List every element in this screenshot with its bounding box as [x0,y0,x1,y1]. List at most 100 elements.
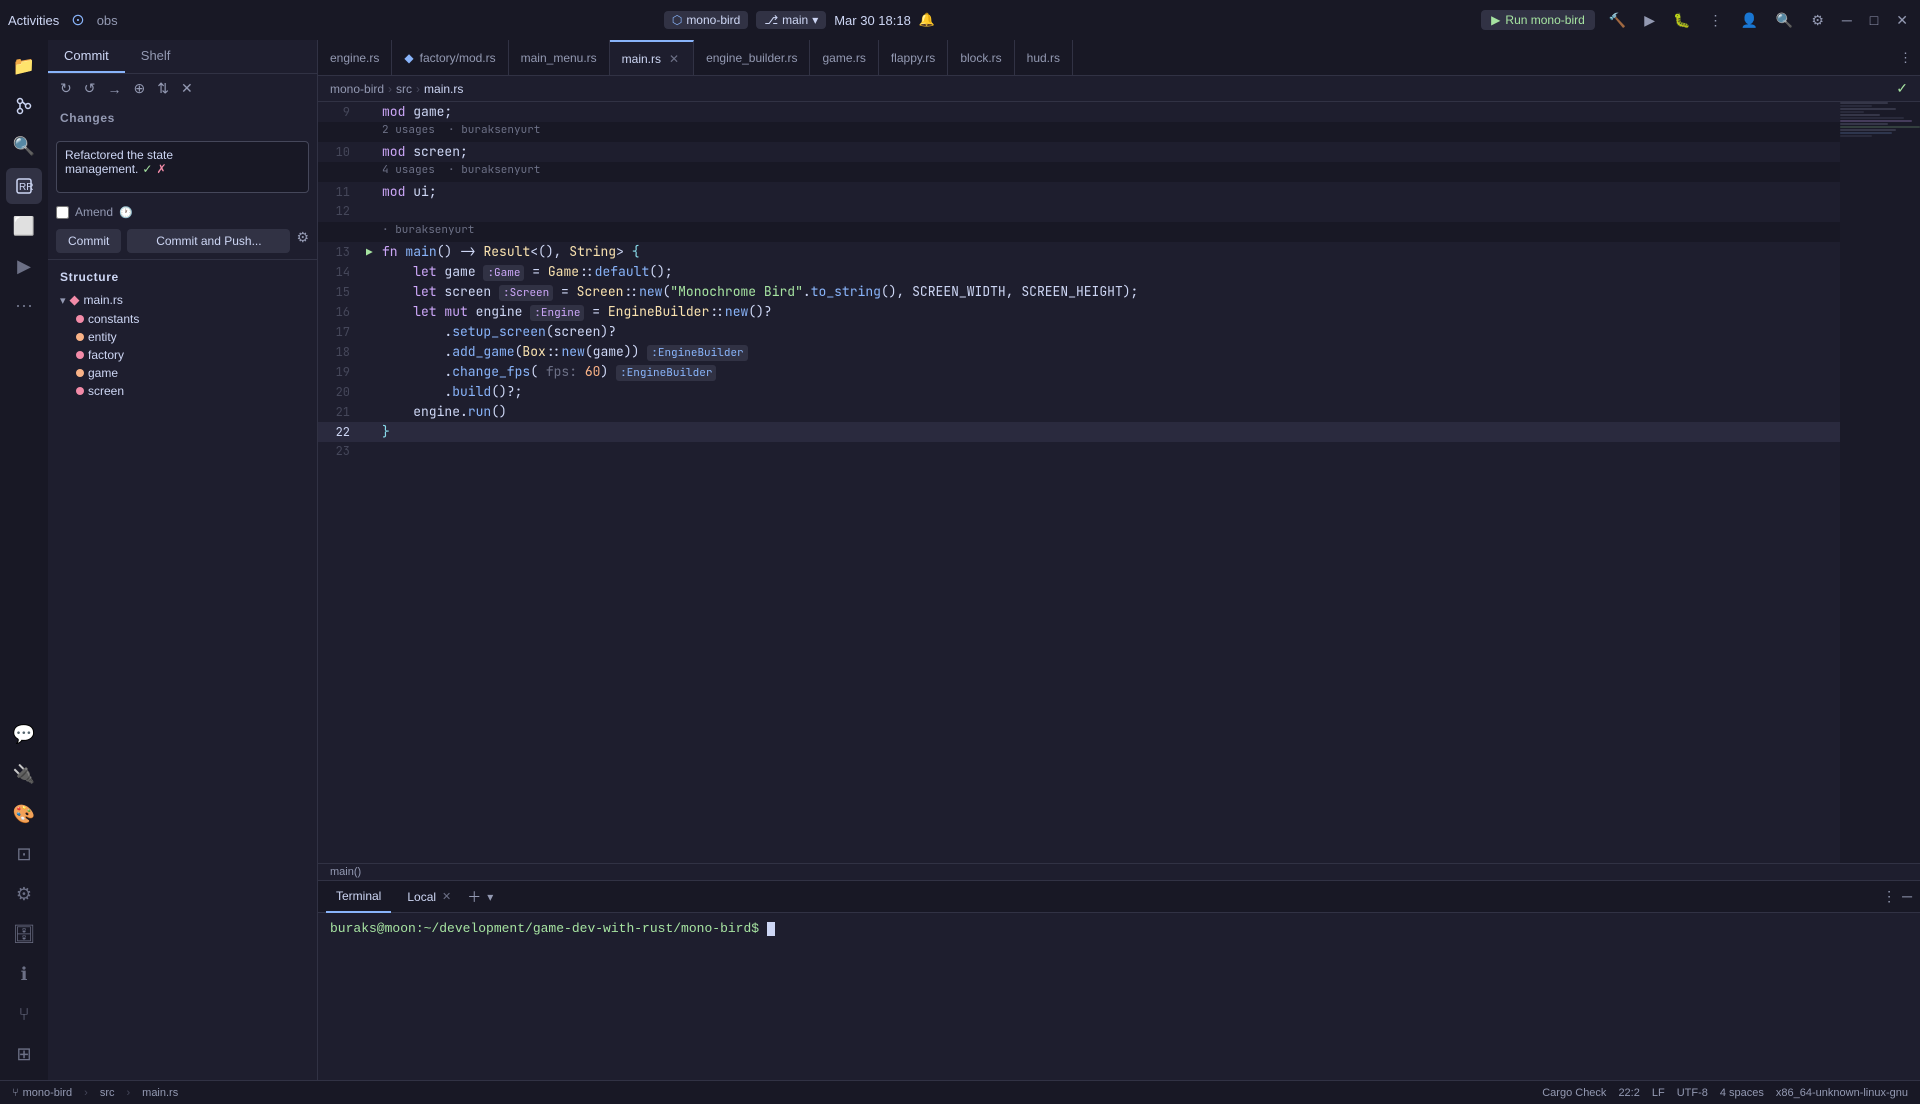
topbar-center: ⬡ mono-bird ⎇ main ▾ Mar 30 18:18 🔔 [664,11,935,29]
changes-section: Changes [48,103,317,133]
sidebar-item-find[interactable]: 🔍 [6,128,42,164]
sidebar-item-db[interactable]: 🗄 [6,916,42,952]
sidebar-item-vcs[interactable] [6,88,42,124]
debug-icon[interactable]: 🐛 [1669,10,1694,31]
dot-game [76,369,84,377]
tree-arrow-root: ▾ [60,294,66,307]
tab-engine-rs[interactable]: engine.rs [318,40,392,76]
local-close-icon[interactable]: ✕ [442,890,451,903]
refresh-icon[interactable]: ↻ [56,78,76,99]
status-lf[interactable]: LF [1652,1087,1665,1099]
tree-root[interactable]: ▾ ◆ main.rs [48,290,317,310]
code-area[interactable]: 9 mod game; 2 usages · buraksenyurt 10 m… [318,102,1840,863]
tab-engine-builder[interactable]: engine_builder.rs [694,40,810,76]
run-icon: ▶ [1491,13,1500,27]
sidebar-item-run[interactable]: ▶ [6,248,42,284]
commit-settings-icon[interactable]: ⚙ [296,229,309,253]
terminal-dropdown-icon[interactable]: ▾ [487,890,493,904]
status-position[interactable]: 22:2 [1618,1087,1639,1099]
tab-hud-rs[interactable]: hud.rs [1015,40,1073,76]
rollback-icon[interactable]: ↺ [80,78,100,99]
tree-game-label: game [88,366,118,380]
tab-factory-mod-rs[interactable]: ◆ factory/mod.rs [392,40,508,76]
user-icon[interactable]: 👤 [1736,10,1761,31]
settings-icon[interactable]: ⚙ [1807,10,1828,31]
maximize-icon[interactable]: □ [1866,10,1882,30]
tab-shelf[interactable]: Shelf [125,40,187,73]
amend-checkbox[interactable] [56,206,69,219]
sidebar-item-git[interactable]: RR [6,168,42,204]
git-icon: ⑂ [12,1087,19,1099]
bc-file[interactable]: main.rs [424,82,463,96]
tab-main-rs[interactable]: main.rs ✕ [610,40,694,76]
status-platform[interactable]: x86_64-unknown-linux-gnu [1776,1087,1908,1099]
commit-msg-line1: Refactored the state [65,148,300,162]
tree-item-game[interactable]: game [48,364,317,382]
build-icon[interactable]: 🔨 [1605,10,1630,31]
search-icon[interactable]: 🔍 [1772,10,1797,31]
sidebar-item-appearance[interactable]: 🎨 [6,796,42,832]
run-button[interactable]: ▶ Run mono-bird [1481,10,1595,30]
status-encoding[interactable]: UTF-8 [1677,1087,1708,1099]
tab-main-menu-rs[interactable]: main_menu.rs [509,40,610,76]
tab-flappy-rs[interactable]: flappy.rs [879,40,948,76]
tree-item-constants[interactable]: constants [48,310,317,328]
minimap-line [1840,117,1904,119]
status-src-label: src [100,1087,115,1099]
minimap-line [1840,108,1896,110]
sidebar-item-settings2[interactable]: ⚙ [6,876,42,912]
sidebar-item-terminal2[interactable]: ⊡ [6,836,42,872]
activities-button[interactable]: Activities [8,13,59,28]
code-line-9-meta: 2 usages · buraksenyurt [318,122,1840,142]
status-file[interactable]: main.rs [142,1087,178,1099]
sidebar-item-discord[interactable]: 💬 [6,716,42,752]
terminal-content[interactable]: buraks@moon:~/development/game-dev-with-… [318,913,1920,1080]
bc-src[interactable]: src [396,82,412,96]
commit-button[interactable]: Commit [56,229,121,253]
sidebar-item-more[interactable]: ⋯ [6,288,42,324]
tree-item-entity[interactable]: entity [48,328,317,346]
expand-icon[interactable]: ⇅ [153,78,173,99]
close2-icon[interactable]: ✕ [177,78,197,99]
code-line-9: 9 mod game; [318,102,1840,122]
tabs-more-button[interactable]: ⋮ [1891,50,1920,66]
more-icon[interactable]: ⋮ [1704,10,1726,31]
bell-icon[interactable]: 🔔 [919,12,935,28]
topbar-left: Activities ⊙ obs [8,10,118,30]
sidebar-item-vcs2[interactable]: ⑂ [6,996,42,1032]
diff-icon[interactable]: ⊕ [129,78,149,99]
tab-commit[interactable]: Commit [48,40,125,73]
forward-icon[interactable]: → [103,79,125,99]
status-src[interactable]: src [100,1087,115,1099]
status-cargo[interactable]: Cargo Check [1542,1087,1606,1099]
tab-label-mainmenu: main_menu.rs [521,51,597,65]
status-project[interactable]: ⑂ mono-bird [12,1087,72,1099]
terminal-tab-local[interactable]: Local ✕ [397,881,461,913]
commit-push-button[interactable]: Commit and Push... [127,229,290,253]
sidebar-item-info[interactable]: ℹ [6,956,42,992]
tree-root-label: main.rs [84,293,123,307]
sidebar-item-extensions[interactable]: ⬜ [6,208,42,244]
project-selector[interactable]: ⬡ mono-bird [664,11,749,29]
bc-sep1: › [388,82,392,96]
run2-icon[interactable]: ▶ [1640,10,1659,31]
tree-item-screen[interactable]: screen [48,382,317,400]
tab-block-rs[interactable]: block.rs [948,40,1014,76]
add-terminal-button[interactable]: ＋ [467,887,481,907]
tab-game-rs[interactable]: game.rs [810,40,878,76]
status-indent[interactable]: 4 spaces [1720,1087,1764,1099]
tree-item-factory[interactable]: factory [48,346,317,364]
terminal-minimize-icon[interactable]: ─ [1902,888,1912,905]
sidebar-item-folder[interactable]: 📁 [6,48,42,84]
minimize-icon[interactable]: ─ [1838,10,1856,30]
terminal-more-icon[interactable]: ⋮ [1882,888,1896,905]
branch-selector[interactable]: ⎇ main ▾ [756,11,826,29]
code-line-12-meta: · buraksenyurt [318,222,1840,242]
close-icon[interactable]: ✕ [1892,10,1912,31]
terminal-tab-terminal[interactable]: Terminal [326,881,391,913]
bc-project[interactable]: mono-bird [330,82,384,96]
tab-close-main[interactable]: ✕ [667,51,681,67]
sidebar-item-grid[interactable]: ⊞ [6,1036,42,1072]
commit-message-area: Refactored the state management. ✓ ✗ [48,133,317,201]
sidebar-item-plugins[interactable]: 🔌 [6,756,42,792]
